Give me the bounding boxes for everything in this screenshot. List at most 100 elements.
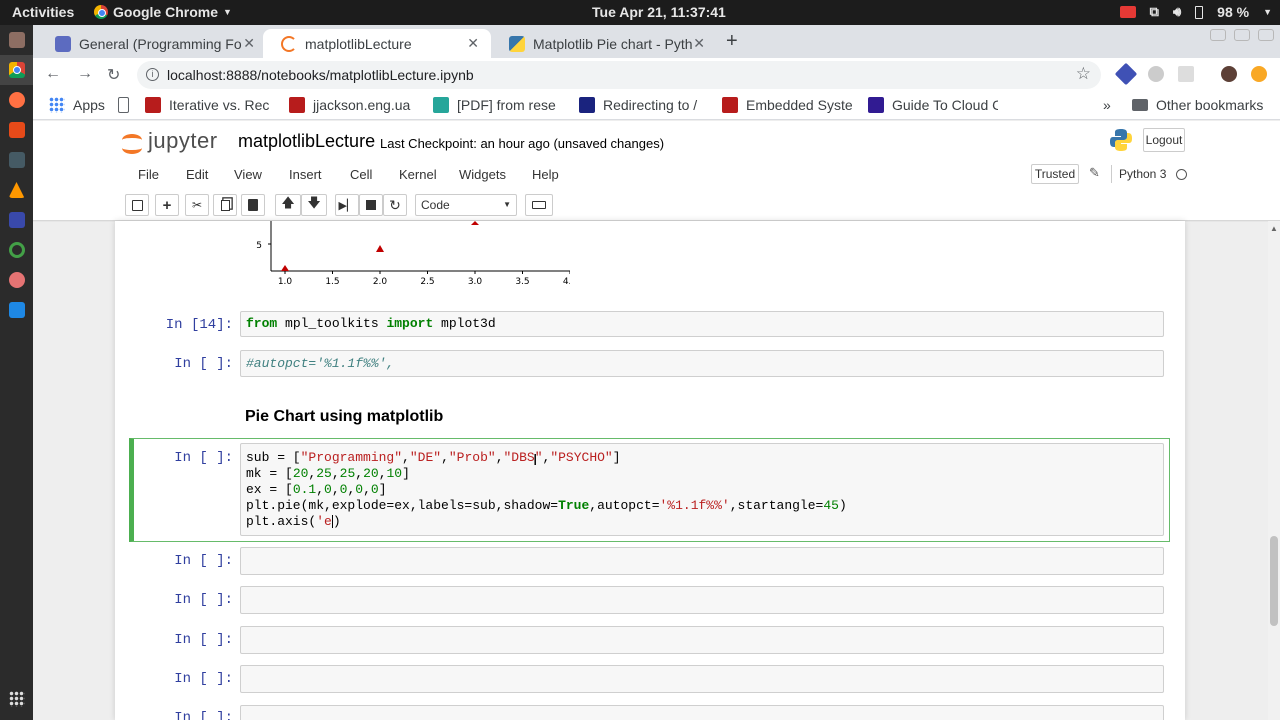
bookmark-star-icon[interactable]: ☆: [1076, 64, 1091, 84]
clock[interactable]: Tue Apr 21, 11:37:41: [592, 4, 726, 20]
app-menu[interactable]: Google Chrome ▼: [94, 4, 232, 20]
dock-item-vlc[interactable]: [0, 175, 33, 205]
stop-icon[interactable]: [359, 194, 383, 216]
bookmark-label: [PDF] from rese: [457, 97, 556, 113]
kernel-name[interactable]: Python 3: [1119, 167, 1166, 181]
tab-matplotlib-lecture[interactable]: matplotlibLecture ✕: [263, 29, 491, 58]
paste-icon[interactable]: [241, 194, 265, 216]
extension-icon[interactable]: [1148, 66, 1164, 82]
back-arrow-icon[interactable]: ←: [45, 65, 61, 83]
markdown-heading[interactable]: Pie Chart using matplotlib: [245, 408, 443, 426]
forward-arrow-icon[interactable]: →: [77, 65, 93, 83]
system-tray[interactable]: ⧉ 🔊︎ 98 % ▼: [1119, 4, 1272, 20]
menu-view[interactable]: View: [234, 167, 262, 182]
researchgate-icon: [433, 97, 449, 113]
menu-help[interactable]: Help: [532, 167, 559, 182]
menu-cell[interactable]: Cell: [350, 167, 372, 182]
bookmark-iterative[interactable]: Iterative vs. Rec: [145, 97, 273, 113]
empty-code-cell[interactable]: [240, 665, 1164, 693]
code-cell-pie-chart[interactable]: sub = ["Programming","DE","Prob","DBS","…: [240, 443, 1164, 536]
trusted-indicator[interactable]: Trusted: [1031, 164, 1079, 184]
text-cursor: [331, 515, 333, 529]
tab-general[interactable]: General (Programming Fo ✕: [37, 29, 267, 58]
show-applications-button[interactable]: [0, 684, 33, 714]
extension-icon[interactable]: [1114, 62, 1138, 86]
dock-item-update[interactable]: [0, 235, 33, 265]
dock-item-tex[interactable]: [0, 205, 33, 235]
activities-button[interactable]: Activities: [12, 4, 74, 20]
insert-cell-button[interactable]: +: [155, 194, 179, 216]
dock-item-firefox[interactable]: [0, 85, 33, 115]
empty-code-cell[interactable]: [240, 705, 1164, 720]
minimize-button[interactable]: [1210, 29, 1226, 41]
dock-item-software[interactable]: [0, 115, 33, 145]
checkpoint-status: Last Checkpoint: an hour ago (unsaved ch…: [380, 136, 665, 151]
jupyter-logo-icon: [121, 130, 143, 154]
bookmark-redirecting[interactable]: Redirecting to /: [579, 97, 707, 113]
arrow-up-icon[interactable]: 🡅: [275, 194, 301, 216]
plot-y-tick-label: 5: [256, 241, 262, 251]
info-icon[interactable]: i: [146, 68, 159, 81]
scatter-plot-output: 5 1.0 1.5 2.0 2.5 3.0 3.5 4.0: [256, 221, 570, 287]
run-icon[interactable]: ▶▏: [335, 194, 359, 216]
arrow-down-icon[interactable]: 🡇: [301, 194, 327, 216]
restart-icon[interactable]: ↻: [383, 194, 407, 216]
tab-pie-chart[interactable]: Matplotlib Pie chart - Pyth ✕: [491, 29, 717, 58]
menu-insert[interactable]: Insert: [289, 167, 322, 182]
tab-label: matplotlibLecture: [305, 35, 412, 52]
volume-icon: 🔊︎: [1172, 4, 1182, 19]
code-cell-import[interactable]: from mpl_toolkits import mplot3d: [240, 311, 1164, 337]
update-alert-icon[interactable]: [1251, 66, 1267, 82]
menu-widgets[interactable]: Widgets: [459, 167, 506, 182]
cell-prompt: In [ ]:: [174, 671, 233, 687]
chevron-down-icon: ▼: [503, 200, 511, 209]
python-logo-icon: [1110, 129, 1132, 151]
dock-item-terminal[interactable]: [0, 145, 33, 175]
scrollbar-thumb[interactable]: [1270, 536, 1278, 626]
dock-item-chrome[interactable]: [0, 55, 33, 85]
bookmarks-overflow-button[interactable]: »: [1103, 97, 1111, 113]
empty-code-cell[interactable]: [240, 547, 1164, 575]
dock-item-vscode[interactable]: [0, 295, 33, 325]
close-icon[interactable]: ✕: [243, 35, 255, 52]
extension-icon[interactable]: [1178, 66, 1194, 82]
new-tab-button[interactable]: +: [726, 30, 738, 53]
notebook-name[interactable]: matplotlibLecture: [238, 131, 375, 152]
plot-marker: [281, 265, 289, 271]
copy-icon[interactable]: [213, 194, 237, 216]
save-icon[interactable]: [125, 194, 149, 216]
keyboard-icon[interactable]: [525, 194, 553, 216]
reload-icon[interactable]: ↻: [107, 65, 120, 85]
address-bar[interactable]: i localhost:8888/notebooks/matplotlibLec…: [137, 61, 1101, 89]
apps-grid-icon: [49, 97, 65, 113]
menu-kernel[interactable]: Kernel: [399, 167, 437, 182]
code-cell-comment[interactable]: #autopct='%1.1f%%',: [240, 350, 1164, 377]
system-top-bar: Activities Google Chrome ▼ Tue Apr 21, 1…: [0, 0, 1280, 25]
profile-avatar[interactable]: [1221, 66, 1237, 82]
pencil-icon[interactable]: ✎: [1089, 165, 1100, 181]
bookmark-embedded[interactable]: Embedded Syste: [722, 97, 852, 113]
close-icon[interactable]: ✕: [467, 35, 479, 52]
close-window-button[interactable]: [1258, 29, 1274, 41]
empty-code-cell[interactable]: [240, 626, 1164, 654]
bookmark-cloud[interactable]: Guide To Cloud C: [868, 97, 998, 113]
menu-edit[interactable]: Edit: [186, 167, 208, 182]
page-scrollbar[interactable]: ▲: [1268, 221, 1280, 720]
bookmark-pdf[interactable]: [PDF] from rese: [433, 97, 565, 113]
bookmark-jjackson[interactable]: jjackson.eng.ua: [289, 97, 414, 113]
cell-type-select[interactable]: Code ▼: [415, 194, 517, 216]
bookmark-label: jjackson.eng.ua: [313, 97, 411, 113]
close-icon[interactable]: ✕: [693, 35, 705, 52]
jupyter-logo[interactable]: jupyter: [121, 128, 218, 154]
dock-item-files[interactable]: [0, 25, 33, 55]
bookmark-apps[interactable]: Apps: [49, 97, 105, 113]
other-bookmarks[interactable]: Other bookmarks: [1132, 97, 1263, 113]
menu-file[interactable]: File: [138, 167, 159, 182]
logout-button[interactable]: Logout: [1143, 128, 1185, 152]
cut-icon[interactable]: ✂: [185, 194, 209, 216]
dock-item-settings[interactable]: [0, 265, 33, 295]
maximize-button[interactable]: [1234, 29, 1250, 41]
scroll-up-icon[interactable]: ▲: [1270, 224, 1278, 233]
empty-code-cell[interactable]: [240, 586, 1164, 614]
bookmark-folder[interactable]: [118, 97, 137, 113]
